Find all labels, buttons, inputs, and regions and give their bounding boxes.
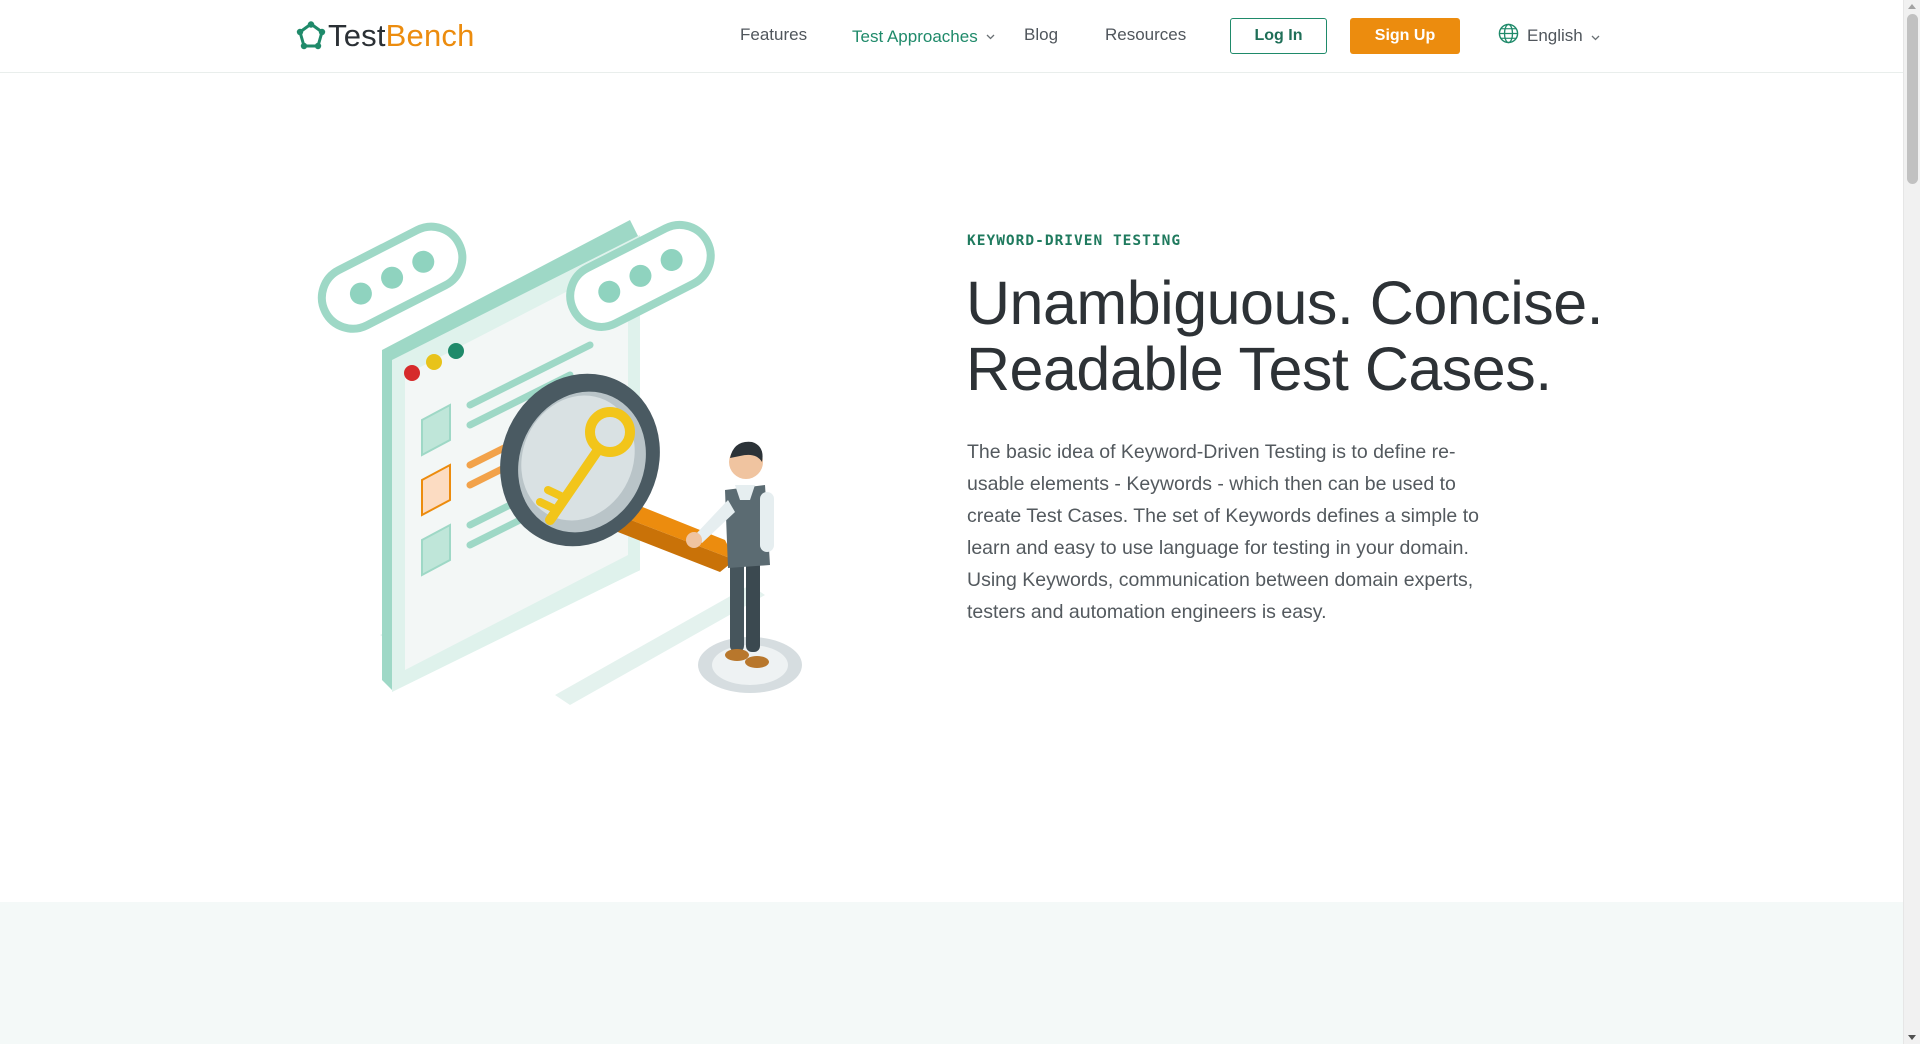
- page: TestBench Features Test Approaches Blog …: [0, 0, 1920, 1044]
- scroll-up-arrow-icon[interactable]: [1908, 4, 1916, 9]
- hero-headline-line1: Unambiguous. Concise.: [966, 269, 1604, 337]
- logo-wordmark-test: Test: [328, 18, 386, 53]
- logo-wordmark-bench: Bench: [385, 18, 475, 53]
- scroll-down-arrow-icon[interactable]: [1908, 1035, 1916, 1040]
- hero-eyebrow: KEYWORD-DRIVEN TESTING: [967, 233, 1182, 249]
- nav-resources[interactable]: Resources: [1105, 25, 1186, 45]
- hero-body: The basic idea of Keyword-Driven Testing…: [967, 441, 1479, 623]
- nav-test-approaches-label: Test Approaches: [852, 27, 978, 46]
- testbench-logo-icon: [296, 21, 326, 51]
- keyword-search-illustration: [310, 200, 830, 710]
- site-header: TestBench Features Test Approaches Blog …: [0, 0, 1903, 73]
- signup-button[interactable]: Sign Up: [1350, 18, 1460, 54]
- nav-blog[interactable]: Blog: [1024, 25, 1058, 45]
- nav-test-approaches[interactable]: Test Approaches: [852, 25, 995, 47]
- nav-features[interactable]: Features: [740, 25, 807, 45]
- chevron-down-icon: [986, 25, 995, 45]
- chevron-down-icon: [1591, 26, 1608, 46]
- page-scrollbar[interactable]: [1903, 0, 1920, 1044]
- hero-headline: Unambiguous. Concise. Readable Test Case…: [966, 270, 1646, 402]
- language-selector[interactable]: English: [1498, 23, 1608, 49]
- globe-icon: [1498, 23, 1527, 49]
- language-label: English: [1527, 26, 1583, 45]
- scrollbar-thumb[interactable]: [1907, 14, 1918, 184]
- testbench-logo[interactable]: TestBench: [296, 17, 475, 55]
- login-button[interactable]: Log In: [1230, 18, 1327, 54]
- next-section-band: [0, 902, 1903, 1044]
- hero-headline-line2: Readable Test Cases.: [966, 335, 1552, 403]
- logo-wordmark: TestBench: [328, 18, 475, 54]
